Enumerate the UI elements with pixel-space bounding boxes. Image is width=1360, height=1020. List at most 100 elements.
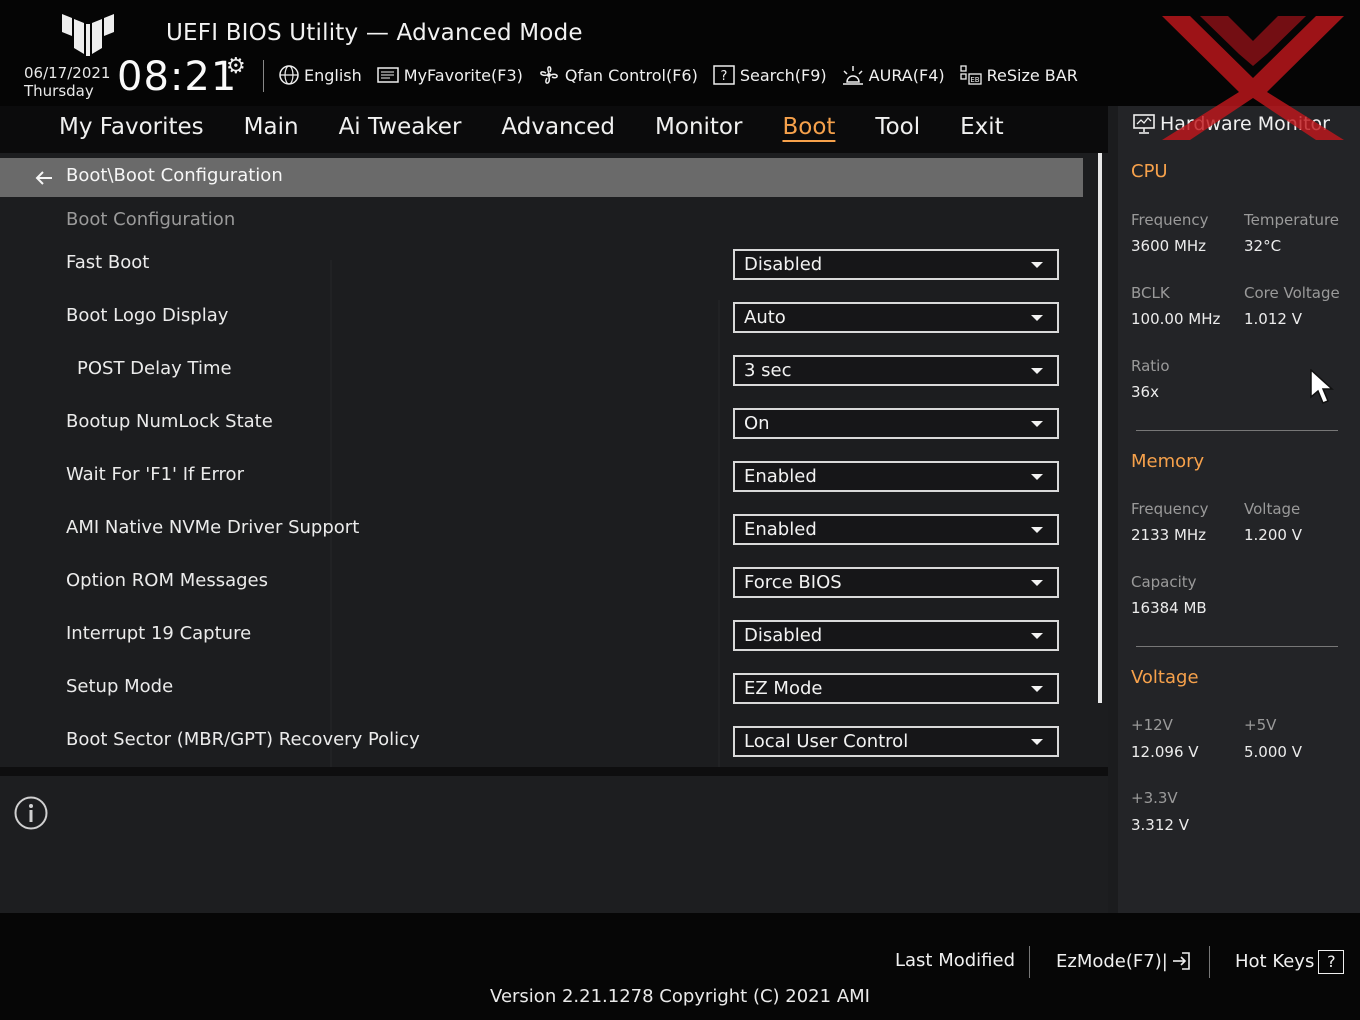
exit-to-ez-icon (1172, 952, 1190, 970)
back-arrow-icon[interactable] (34, 168, 54, 188)
tab-boot[interactable]: Boot (782, 110, 835, 144)
setting-label-boot-logo-display: Boot Logo Display (66, 305, 229, 326)
interrupt-19-capture-select[interactable]: Disabled (733, 620, 1059, 651)
select-value: Disabled (744, 254, 823, 275)
setting-label-setup-mode: Setup Mode (66, 676, 174, 697)
tab-ai-tweaker[interactable]: Ai Tweaker (339, 110, 462, 144)
cpu-frequency-label: Frequency (1131, 211, 1209, 229)
select-value: Disabled (744, 625, 823, 646)
tab-advanced[interactable]: Advanced (501, 110, 615, 144)
myfavorite-label: MyFavorite(F3) (403, 65, 523, 85)
tab-tool[interactable]: Tool (875, 110, 920, 144)
cpu-temperature-label: Temperature (1244, 211, 1340, 229)
search-label: Search(F9) (739, 65, 827, 85)
v33-label: +3.3V (1131, 789, 1178, 807)
resize-bar-button[interactable]: EB ReSize BAR (959, 64, 1078, 86)
globe-icon (279, 65, 299, 85)
language-label: English (304, 65, 362, 85)
hw-divider (1136, 646, 1338, 647)
hot-keys-button[interactable]: Hot Keys? (1235, 950, 1345, 974)
myfavorite-button[interactable]: MyFavorite(F3) (376, 65, 523, 85)
date-text: 06/17/2021 (24, 64, 111, 82)
memory-capacity-value: 16384 MB (1131, 599, 1207, 617)
setup-mode-select[interactable]: EZ Mode (733, 673, 1059, 704)
section-title: Boot Configuration (66, 209, 236, 230)
select-value: Force BIOS (744, 572, 842, 593)
bclk-label: BCLK (1131, 284, 1170, 302)
main-tabs: My Favorites Main Ai Tweaker Advanced Mo… (59, 110, 1044, 144)
footer-divider (1029, 946, 1030, 978)
settings-scrollbar[interactable] (1098, 153, 1102, 703)
v5-value: 5.000 V (1244, 743, 1302, 761)
language-button[interactable]: English (278, 64, 362, 86)
post-delay-time-select[interactable]: 3 sec (733, 355, 1059, 386)
chevron-down-icon (1031, 527, 1043, 533)
search-help-icon: ? (713, 65, 735, 85)
footer-divider (1209, 946, 1210, 978)
v12-label: +12V (1131, 716, 1173, 734)
svg-text:EB: EB (970, 76, 979, 84)
bootup-numlock-state-select[interactable]: On (733, 408, 1059, 439)
chevron-down-icon (1031, 315, 1043, 321)
tab-main[interactable]: Main (244, 110, 299, 144)
option-rom-messages-select[interactable]: Force BIOS (733, 567, 1059, 598)
favorite-list-icon (377, 67, 399, 83)
tab-monitor[interactable]: Monitor (655, 110, 742, 144)
ratio-value: 36x (1131, 383, 1159, 401)
chevron-down-icon (1031, 580, 1043, 586)
setting-label-bootup-numlock-state: Bootup NumLock State (66, 411, 273, 432)
setting-label-fast-boot: Fast Boot (66, 252, 150, 273)
chevron-down-icon (1031, 421, 1043, 427)
tab-exit[interactable]: Exit (960, 110, 1004, 144)
chevron-down-icon (1031, 633, 1043, 639)
clock: 08:21 (117, 54, 238, 100)
memory-voltage-label: Voltage (1244, 500, 1301, 518)
ami-nvme-driver-select[interactable]: Enabled (733, 514, 1059, 545)
setting-label-boot-sector-recovery: Boot Sector (MBR/GPT) Recovery Policy (66, 729, 420, 750)
wait-for-f1-select[interactable]: Enabled (733, 461, 1059, 492)
setting-label-option-rom-messages: Option ROM Messages (66, 570, 268, 591)
clock-settings-gear-icon[interactable]: ⚙ (226, 54, 246, 79)
aura-label: AURA(F4) (868, 65, 945, 85)
select-value: Enabled (744, 466, 817, 487)
header-divider (263, 60, 264, 92)
mouse-cursor-icon (1310, 369, 1334, 404)
select-value: Local User Control (744, 731, 909, 752)
fast-boot-select[interactable]: Disabled (733, 249, 1059, 280)
select-value: EZ Mode (744, 678, 823, 699)
last-modified-button[interactable]: Last Modified (895, 950, 1015, 971)
core-voltage-label: Core Voltage (1244, 284, 1340, 302)
search-button[interactable]: ? Search(F9) (712, 64, 827, 86)
v5-label: +5V (1244, 716, 1277, 734)
aura-button[interactable]: AURA(F4) (841, 64, 945, 86)
core-voltage-value: 1.012 V (1244, 310, 1302, 328)
hw-divider (1136, 430, 1338, 431)
chevron-down-icon (1031, 739, 1043, 745)
fan-icon (539, 66, 558, 84)
cpu-frequency-value: 3600 MHz (1131, 237, 1207, 255)
cpu-temperature-value: 32°C (1244, 237, 1282, 255)
ezmode-label: EzMode(F7)| (1056, 950, 1168, 972)
qfan-label: Qfan Control(F6) (564, 65, 698, 85)
breadcrumb: Boot\Boot Configuration (66, 165, 283, 186)
app-title: UEFI BIOS Utility — Advanced Mode (166, 20, 583, 46)
boot-logo-display-select[interactable]: Auto (733, 302, 1059, 333)
boot-sector-recovery-select[interactable]: Local User Control (733, 726, 1059, 757)
tab-my-favorites[interactable]: My Favorites (59, 110, 204, 144)
ezmode-button[interactable]: EzMode(F7)| (1056, 950, 1192, 972)
select-value: On (744, 413, 770, 434)
tuf-logo (62, 14, 114, 56)
chevron-down-icon (1031, 368, 1043, 374)
memory-capacity-label: Capacity (1131, 573, 1197, 591)
bclk-value: 100.00 MHz (1131, 310, 1221, 328)
hot-keys-label: Hot Keys (1235, 951, 1315, 972)
chevron-down-icon (1031, 686, 1043, 692)
version-text: Version 2.21.1278 Copyright (C) 2021 AMI (490, 986, 870, 1007)
setting-label-interrupt-19-capture: Interrupt 19 Capture (66, 623, 252, 644)
setting-label-ami-nvme-driver: AMI Native NVMe Driver Support (66, 517, 360, 538)
v33-value: 3.312 V (1131, 816, 1189, 834)
info-icon (14, 796, 48, 830)
help-key-icon: ? (1318, 950, 1345, 974)
qfan-control-button[interactable]: Qfan Control(F6) (537, 63, 698, 87)
help-panel (0, 776, 1108, 913)
